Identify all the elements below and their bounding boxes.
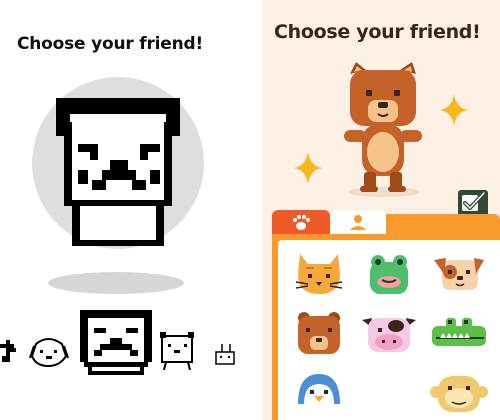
- cat-icon[interactable]: [0, 340, 16, 362]
- grid-cell-crocodile[interactable]: [426, 304, 492, 360]
- tab-bar: [272, 210, 500, 234]
- shadow-ellipse: [48, 272, 184, 294]
- pixel-chooser-panel: Choose your friend!: [0, 0, 262, 420]
- tab-people[interactable]: [330, 210, 386, 234]
- monkey-icon: [430, 376, 488, 412]
- color-chooser-panel: Choose your friend!: [262, 0, 500, 420]
- crocodile-icon: [432, 318, 486, 346]
- hero-shadow: [348, 187, 420, 197]
- grid-cell-dog[interactable]: [426, 244, 492, 300]
- paw-icon: [293, 215, 310, 230]
- bunny-icon[interactable]: [215, 344, 235, 365]
- frog-icon: [370, 255, 408, 294]
- pug-carousel-icon[interactable]: [80, 310, 152, 375]
- cow-icon: [362, 318, 416, 352]
- dog-icon: [434, 258, 484, 290]
- grid-cell-frog[interactable]: [356, 244, 422, 300]
- bear-icon[interactable]: [160, 332, 194, 371]
- page-title: Choose your friend!: [274, 21, 481, 43]
- tab-bar-fill: [386, 214, 500, 234]
- dog-icon[interactable]: [29, 338, 69, 368]
- pug-icon: [56, 98, 180, 246]
- tab-animals[interactable]: [272, 210, 330, 234]
- sparkle-icon: [294, 152, 322, 184]
- cat-icon: [295, 254, 343, 294]
- grid-cell-cat[interactable]: [286, 244, 352, 300]
- penguin-icon: [298, 374, 340, 404]
- person-icon: [350, 215, 366, 230]
- grid-cell-bear[interactable]: [286, 304, 352, 360]
- character-grid-panel: [272, 234, 500, 420]
- character-grid: [278, 240, 500, 420]
- sparkle-icon: [440, 94, 468, 126]
- grid-cell-monkey[interactable]: [426, 364, 492, 420]
- bear-icon: [298, 312, 340, 354]
- pixel-stage: [0, 77, 235, 375]
- bear-icon: [344, 62, 422, 192]
- grid-cell-penguin[interactable]: [286, 364, 352, 420]
- grid-cell-cow[interactable]: [356, 304, 422, 360]
